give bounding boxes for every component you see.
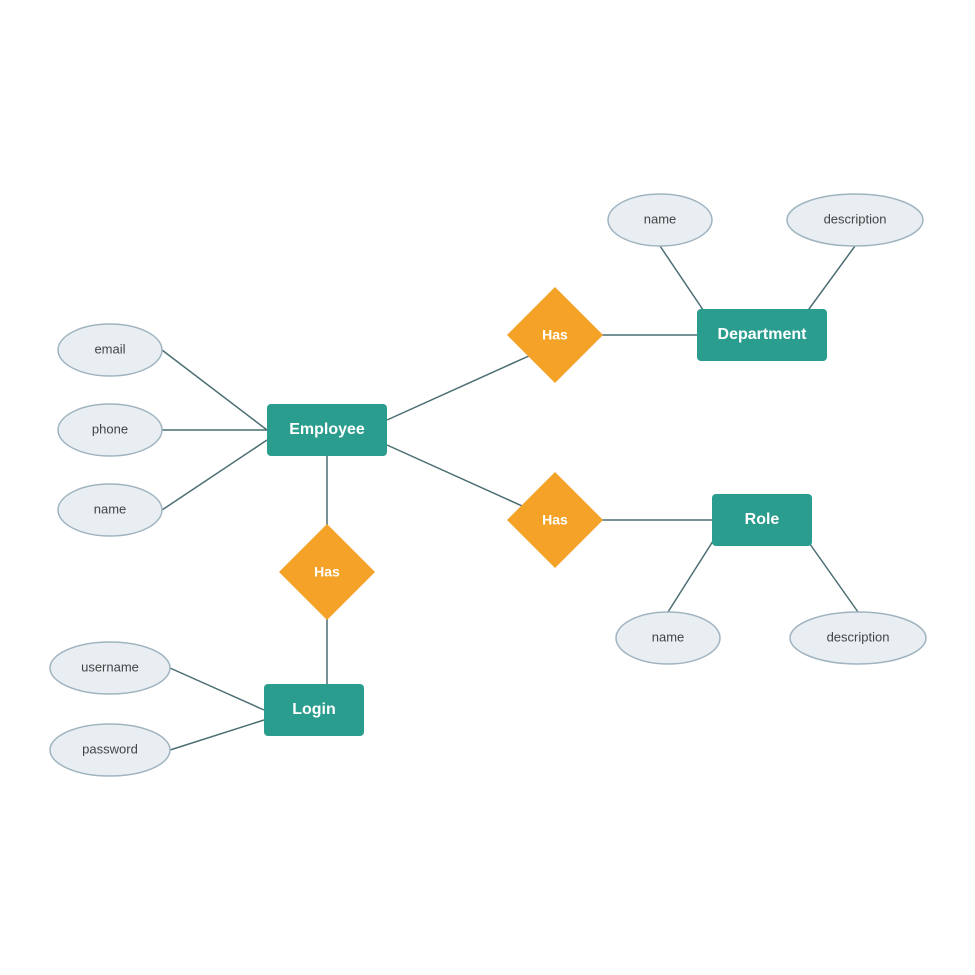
attr-role-desc-label: description bbox=[827, 629, 890, 644]
entity-employee-label: Employee bbox=[289, 421, 365, 438]
attr-dept-desc-label: description bbox=[824, 211, 887, 226]
er-diagram: email phone name name description name d… bbox=[0, 0, 975, 975]
conn-emp-hasdept bbox=[387, 355, 531, 420]
attr-username-label: username bbox=[81, 659, 139, 674]
attr-password-label: password bbox=[82, 741, 138, 756]
relation-has-dept-label: Has bbox=[542, 327, 568, 343]
attr-role-name-label: name bbox=[652, 629, 685, 644]
conn-emp-hasrole bbox=[387, 445, 531, 510]
conn-emp-name bbox=[162, 440, 267, 510]
attr-emp-name-label: name bbox=[94, 501, 127, 516]
attr-email-label: email bbox=[94, 341, 125, 356]
conn-emp-email bbox=[162, 350, 267, 430]
entity-department-label: Department bbox=[718, 326, 808, 343]
entity-login-label: Login bbox=[292, 701, 336, 718]
attr-phone-label: phone bbox=[92, 421, 128, 436]
conn-login-user bbox=[170, 668, 264, 710]
conn-login-pass bbox=[170, 720, 264, 750]
entity-role-label: Role bbox=[745, 511, 780, 528]
attr-dept-name-label: name bbox=[644, 211, 677, 226]
relation-has-role-label: Has bbox=[542, 512, 568, 528]
relation-has-login-label: Has bbox=[314, 564, 340, 580]
